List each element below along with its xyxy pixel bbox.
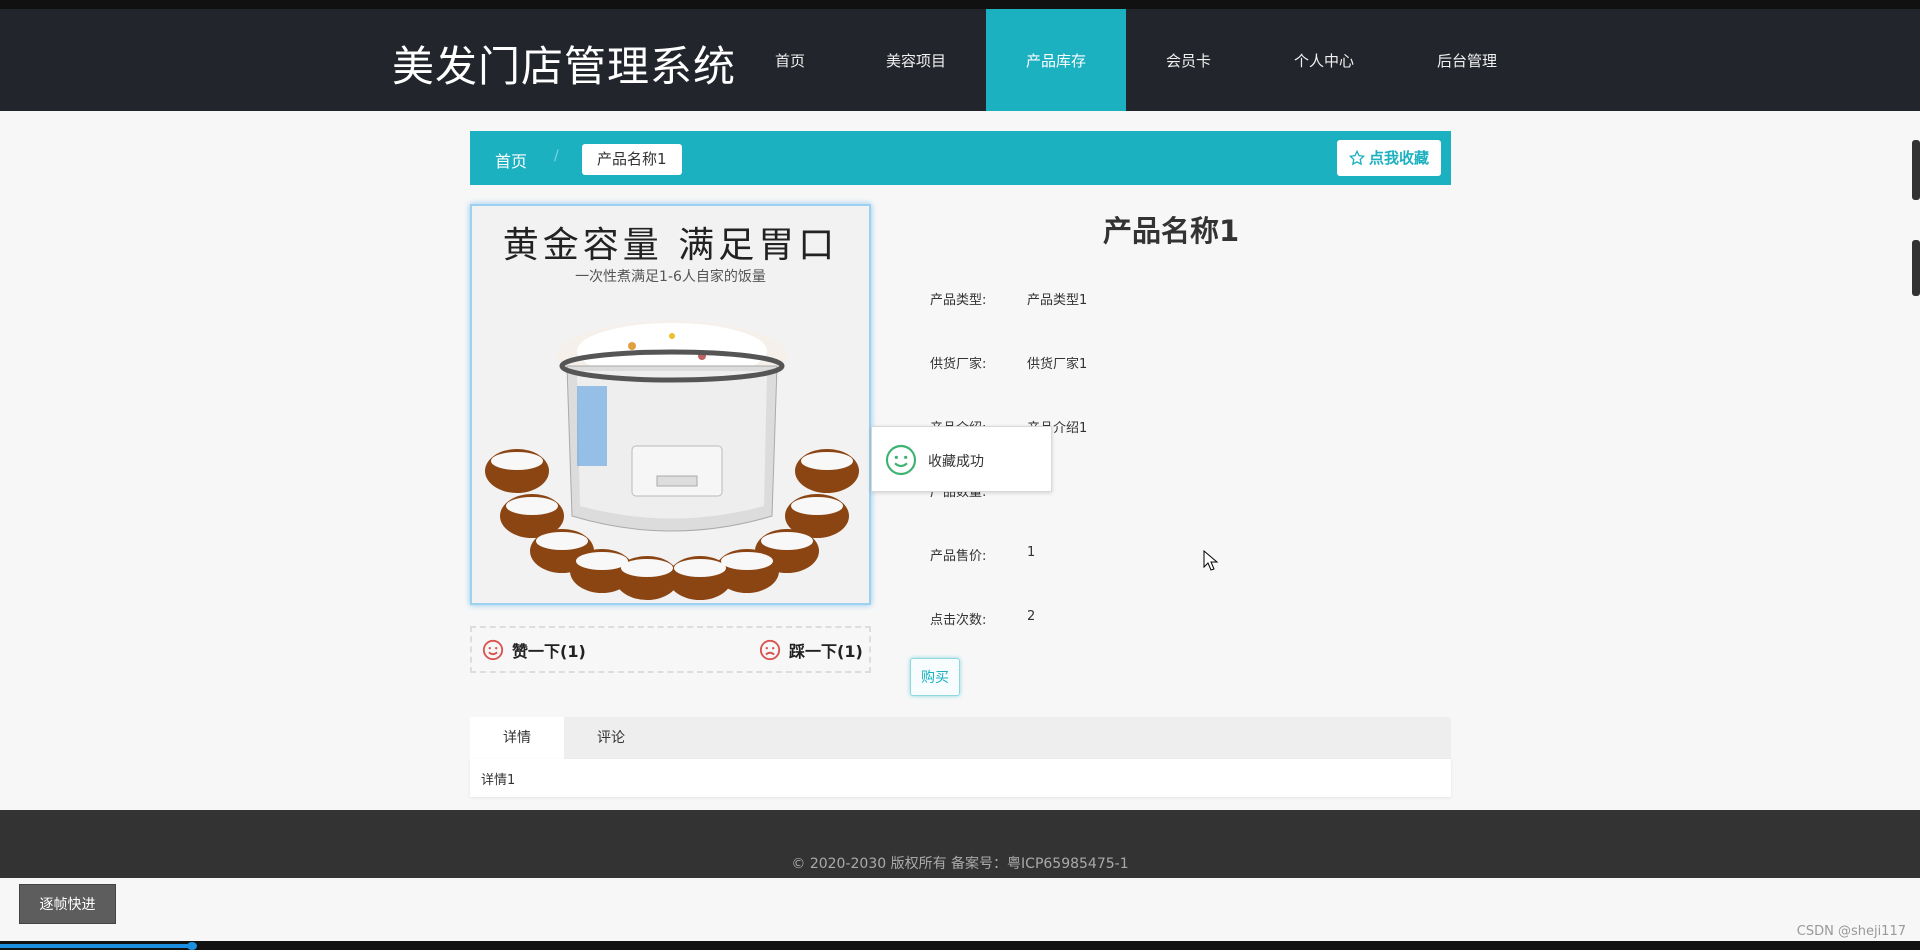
footer-copyright: © 2020-2030 版权所有 备案号：粤ICP65985475-1 [791, 856, 1129, 872]
breadcrumb: 首页 / 产品名称1 点我收藏 [470, 131, 1451, 185]
tab-content-details: 详情1 [470, 759, 1451, 797]
like-label: 赞一下(1) [512, 642, 586, 661]
detail-tabs: 详情 评论 [470, 717, 1451, 759]
nav-item-personal-center[interactable]: 个人中心 [1251, 9, 1397, 111]
vote-box: 赞一下(1) 踩一下(1) [470, 626, 871, 673]
favorite-button-label: 点我收藏 [1368, 149, 1429, 167]
nav-item-beauty-projects[interactable]: 美容项目 [846, 9, 986, 111]
buy-button[interactable]: 购买 [910, 658, 960, 696]
browser-top-strip [0, 0, 1920, 9]
smile-icon [482, 639, 504, 661]
nav-item-product-inventory[interactable]: 产品库存 [986, 9, 1126, 111]
video-progress-fill [0, 944, 192, 948]
watermark: CSDN @sheji117 [1796, 924, 1906, 939]
field-label-price: 产品售价: [930, 549, 987, 564]
nav-item-admin[interactable]: 后台管理 [1397, 9, 1537, 111]
scrollbar-thumb-secondary[interactable] [1912, 240, 1920, 296]
field-value-price: 1 [1027, 545, 1036, 560]
product-image: 黄金容量 满足胃口 一次性煮满足1-6人自家的饭量 [470, 204, 871, 605]
dislike-button[interactable]: 踩一下(1) [759, 638, 863, 662]
main-nav: 首页 美容项目 产品库存 会员卡 个人中心 后台管理 [734, 9, 1537, 111]
frame-advance-button[interactable]: 逐帧快进 [19, 884, 116, 924]
site-title: 美发门店管理系统 [392, 42, 737, 91]
field-value-clicks: 2 [1027, 609, 1036, 624]
site-footer: © 2020-2030 版权所有 备案号：粤ICP65985475-1 [0, 810, 1920, 878]
scrollbar-thumb[interactable] [1912, 140, 1920, 200]
frown-icon [759, 639, 781, 661]
video-progress-track[interactable] [0, 941, 1920, 950]
field-value-supplier: 供货厂家1 [1027, 357, 1088, 372]
site-header: 美发门店管理系统 首页 美容项目 产品库存 会员卡 个人中心 后台管理 [0, 9, 1920, 111]
video-progress-knob[interactable] [187, 942, 197, 950]
breadcrumb-current: 产品名称1 [582, 144, 682, 175]
dislike-label: 踩一下(1) [789, 642, 863, 661]
tab-details[interactable]: 详情 [470, 717, 564, 759]
product-title: 产品名称1 [1103, 214, 1240, 248]
rice-cooker-illustration [485, 321, 859, 600]
smile-success-icon [885, 444, 917, 476]
tab-comments[interactable]: 评论 [564, 717, 658, 759]
favorite-button[interactable]: 点我收藏 [1336, 140, 1441, 176]
field-label-clicks: 点击次数: [930, 613, 987, 628]
breadcrumb-home-link[interactable]: 首页 [495, 148, 527, 172]
nav-item-home[interactable]: 首页 [734, 9, 846, 111]
toast-message: 收藏成功 [928, 454, 984, 470]
mouse-cursor-icon [1203, 550, 1219, 571]
nav-item-member-card[interactable]: 会员卡 [1126, 9, 1251, 111]
breadcrumb-separator: / [554, 148, 559, 164]
star-icon [1348, 150, 1365, 166]
like-button[interactable]: 赞一下(1) [482, 638, 586, 662]
toast-notification: 收藏成功 [871, 426, 1052, 492]
field-value-type: 产品类型1 [1027, 293, 1088, 308]
field-label-supplier: 供货厂家: [930, 357, 987, 372]
field-label-type: 产品类型: [930, 293, 987, 308]
